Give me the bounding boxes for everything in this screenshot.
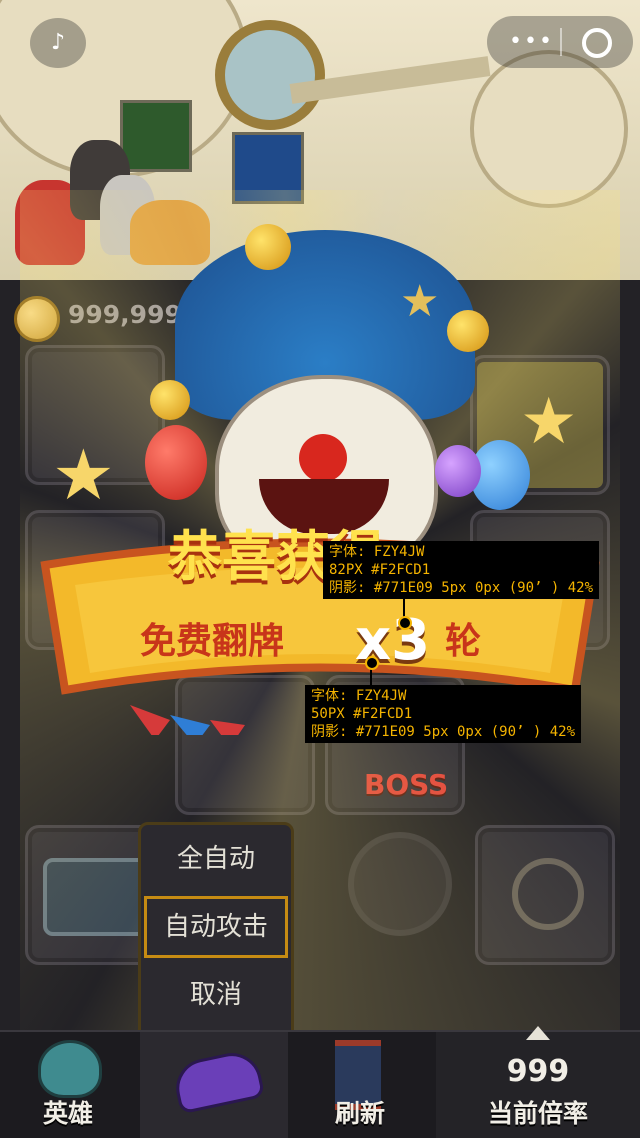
nav-auto[interactable] (140, 1032, 288, 1138)
clown-nose (299, 434, 347, 482)
nav-hero[interactable]: 英雄 (0, 1032, 136, 1138)
nav-refresh[interactable]: 刷新 (290, 1032, 430, 1138)
annot-dot (365, 656, 379, 670)
star-icon: ★ (400, 276, 440, 327)
chevron-up-icon (526, 1026, 550, 1040)
star-icon: ★ (520, 385, 578, 459)
auto-play-menu: 全自动 自动攻击 取消 (138, 822, 294, 1046)
spec-annotation-2: 字体: FZY4JW 50PX #F2FCD1 阴影: #771E09 5px … (305, 685, 582, 743)
star-icon: ★ (52, 434, 115, 516)
bottom-nav: 英雄 刷新 999 当前倍率 (0, 1026, 640, 1138)
capsule-divider (560, 28, 562, 56)
hero-sprite-yellow (130, 200, 210, 265)
machine-dome (470, 50, 628, 208)
hat-bell (447, 310, 489, 352)
menu-item-auto-attack[interactable]: 自动攻击 (141, 893, 291, 961)
banner-unit: 轮 (445, 621, 482, 662)
capsule-menu: ••• (487, 16, 633, 68)
annot-line: 阴影: #771E09 5px 0px (90’ ) 42% (311, 724, 576, 740)
multiplier-value: 999 (506, 1054, 570, 1089)
skill-icon-blue[interactable] (232, 132, 304, 204)
balloon-red (145, 425, 207, 500)
treasure-chest-icon (43, 858, 151, 936)
target-icon[interactable] (582, 28, 612, 58)
banner-subtitle: 免费翻牌 (140, 621, 285, 662)
potion-flask-icon (512, 858, 584, 930)
hat-bell (150, 380, 190, 420)
more-icon[interactable]: ••• (509, 30, 552, 54)
annot-line: 字体: FZY4JW (311, 688, 407, 704)
annot-line: 字体: FZY4JW (329, 544, 425, 560)
menu-item-cancel[interactable]: 取消 (141, 961, 291, 1029)
mute-button[interactable]: ♪ (30, 18, 86, 68)
nav-hero-label: 英雄 (42, 1099, 93, 1128)
nav-refresh-label: 刷新 (334, 1099, 385, 1128)
hat-bell (245, 224, 291, 270)
hero-helmet-icon (38, 1040, 102, 1098)
annot-line: 阴影: #771E09 5px 0px (90’ ) 42% (329, 580, 594, 596)
winged-shoe-icon (170, 1047, 266, 1115)
spec-annotation-1: 字体: FZY4JW 82PX #F2FCD1 阴影: #771E09 5px … (323, 541, 600, 599)
vent-cover (348, 832, 452, 936)
annot-dot (398, 616, 412, 630)
balloon-purple (435, 445, 481, 497)
nav-multiplier-label: 当前倍率 (487, 1099, 588, 1128)
coin-icon (14, 296, 60, 342)
card-tile-potion[interactable] (475, 825, 615, 965)
menu-item-full-auto[interactable]: 全自动 (141, 825, 291, 893)
annot-line: 82PX #F2FCD1 (329, 562, 431, 578)
annot-line: 50PX #F2FCD1 (311, 706, 413, 722)
speaker-mute-icon: ♪ (50, 30, 66, 55)
boss-label: BOSS (364, 768, 449, 801)
porthole (215, 20, 325, 130)
nav-multiplier[interactable]: 999 当前倍率 (436, 1026, 640, 1138)
skill-icon-green[interactable] (120, 100, 192, 172)
